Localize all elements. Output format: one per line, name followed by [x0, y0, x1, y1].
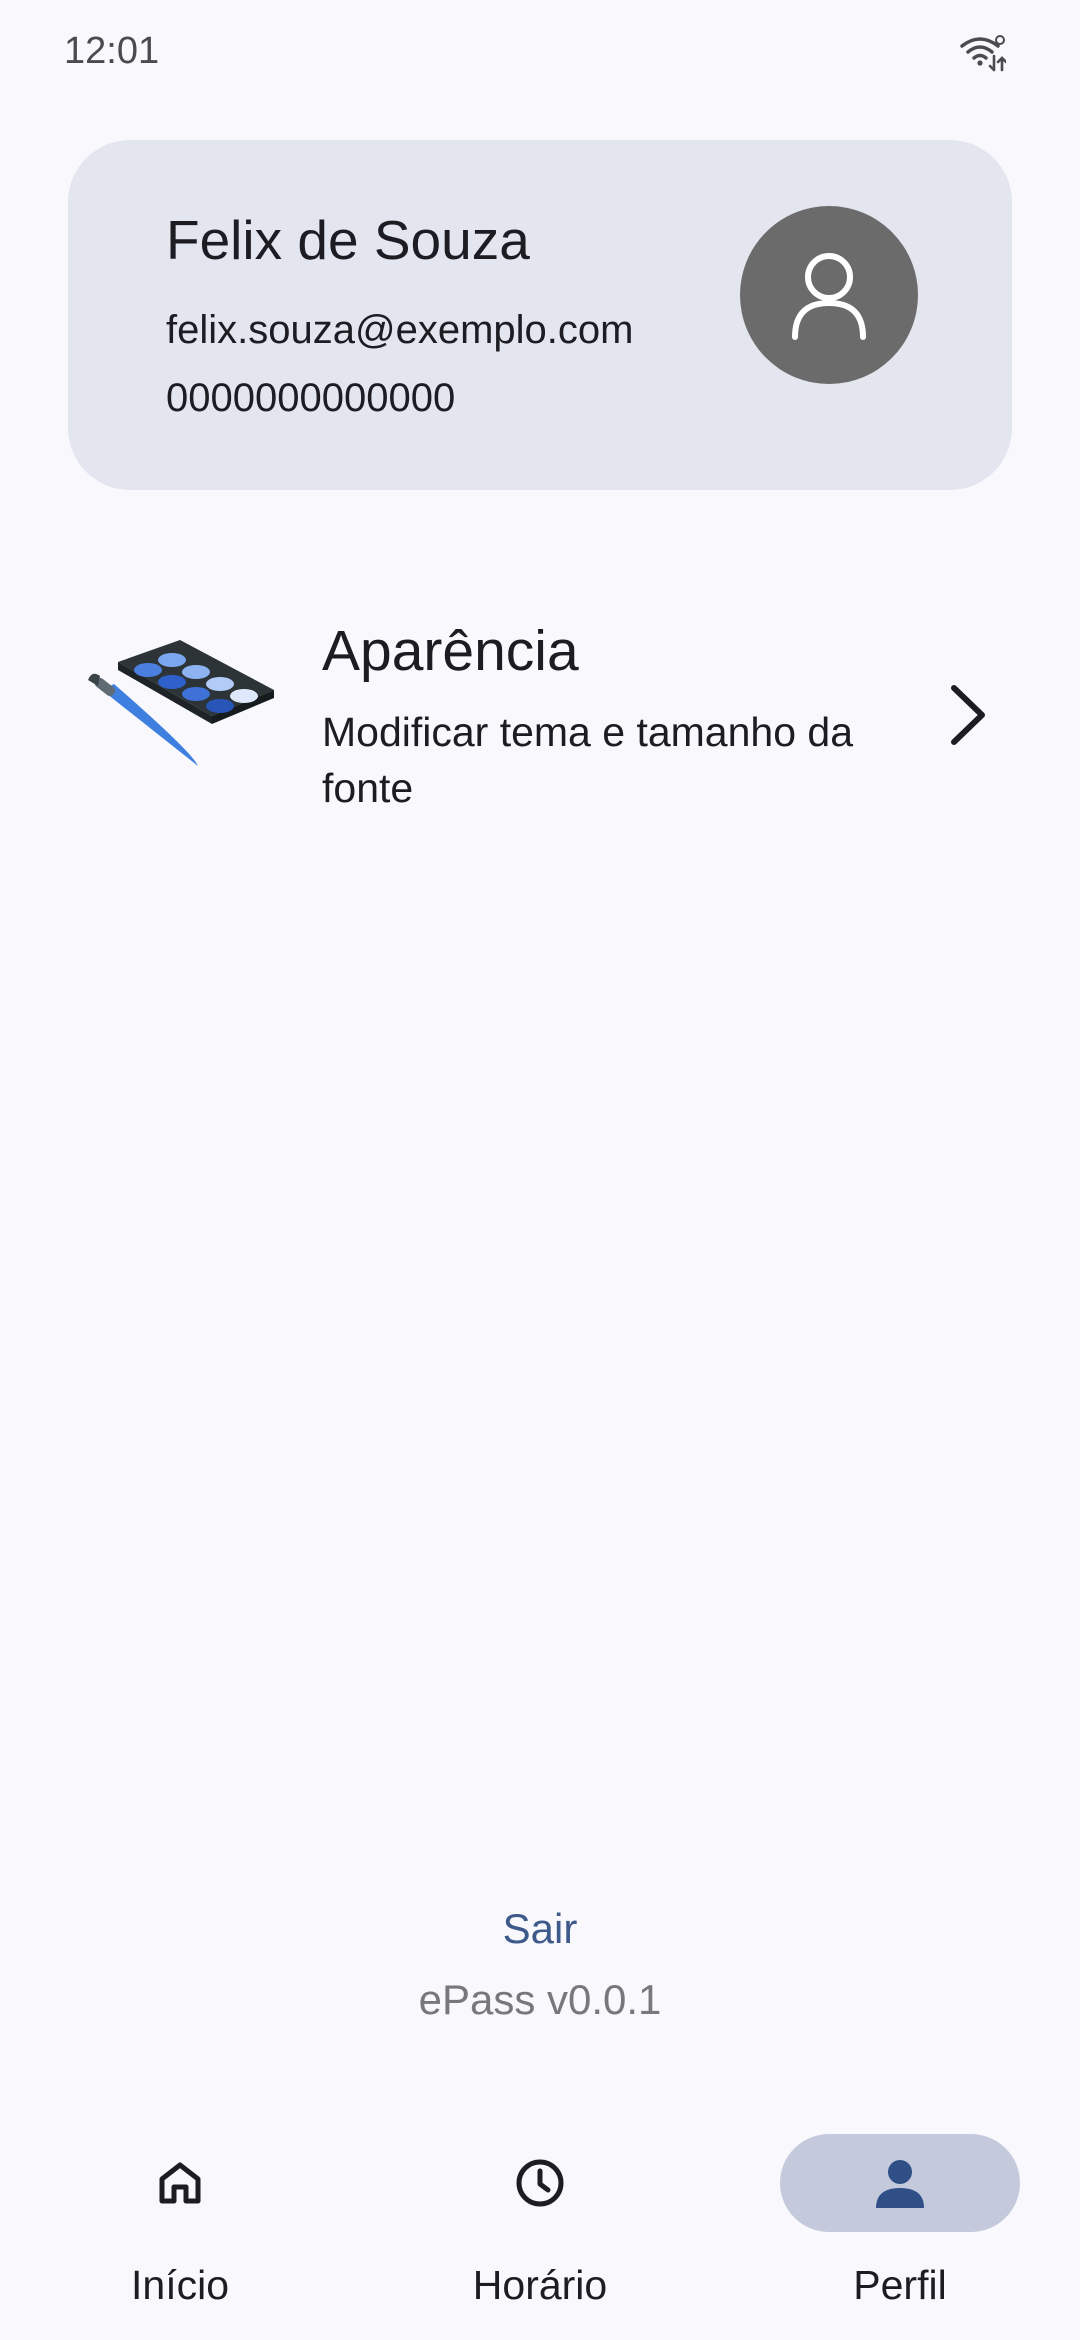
- bottom-navigation: Início Horário Perfil: [0, 2110, 1080, 2340]
- nav-label: Perfil: [853, 2262, 947, 2308]
- setting-description: Modificar tema e tamanho da fonte: [322, 709, 853, 811]
- nav-pill-active: [780, 2134, 1020, 2232]
- app-version: ePass v0.0.1: [418, 1976, 662, 2023]
- status-bar: 12:01: [0, 0, 1080, 110]
- profile-name: Felix de Souza: [166, 209, 530, 271]
- home-icon: [159, 2162, 201, 2204]
- status-time: 12:01: [64, 30, 160, 72]
- palette-icon: [88, 640, 274, 766]
- nav-item-perfil[interactable]: Perfil: [780, 2134, 1020, 2334]
- nav-pill: [420, 2134, 660, 2232]
- wifi-sync-icon: [960, 35, 1006, 72]
- nav-label: Início: [131, 2262, 229, 2308]
- logout-button[interactable]: Sair: [0, 1905, 1080, 1953]
- clock-icon: [516, 2159, 564, 2207]
- profile-email: felix.souza@exemplo.com: [166, 308, 634, 352]
- profile-card: Felix de Souza felix.souza@exemplo.com 0…: [68, 140, 1012, 490]
- setting-title: Aparência: [322, 619, 579, 683]
- chevron-right-icon: [951, 685, 985, 745]
- nav-pill: [60, 2134, 300, 2232]
- person-icon: [876, 2160, 924, 2208]
- nav-label: Horário: [472, 2262, 608, 2308]
- avatar[interactable]: [740, 206, 918, 384]
- nav-item-horario[interactable]: Horário: [420, 2134, 660, 2334]
- appearance-setting-item[interactable]: Aparência Modificar tema e tamanho da fo…: [0, 590, 1080, 830]
- nav-item-inicio[interactable]: Início: [60, 2134, 300, 2334]
- person-outline-icon: [792, 253, 866, 340]
- profile-id: 0000000000000: [166, 376, 456, 420]
